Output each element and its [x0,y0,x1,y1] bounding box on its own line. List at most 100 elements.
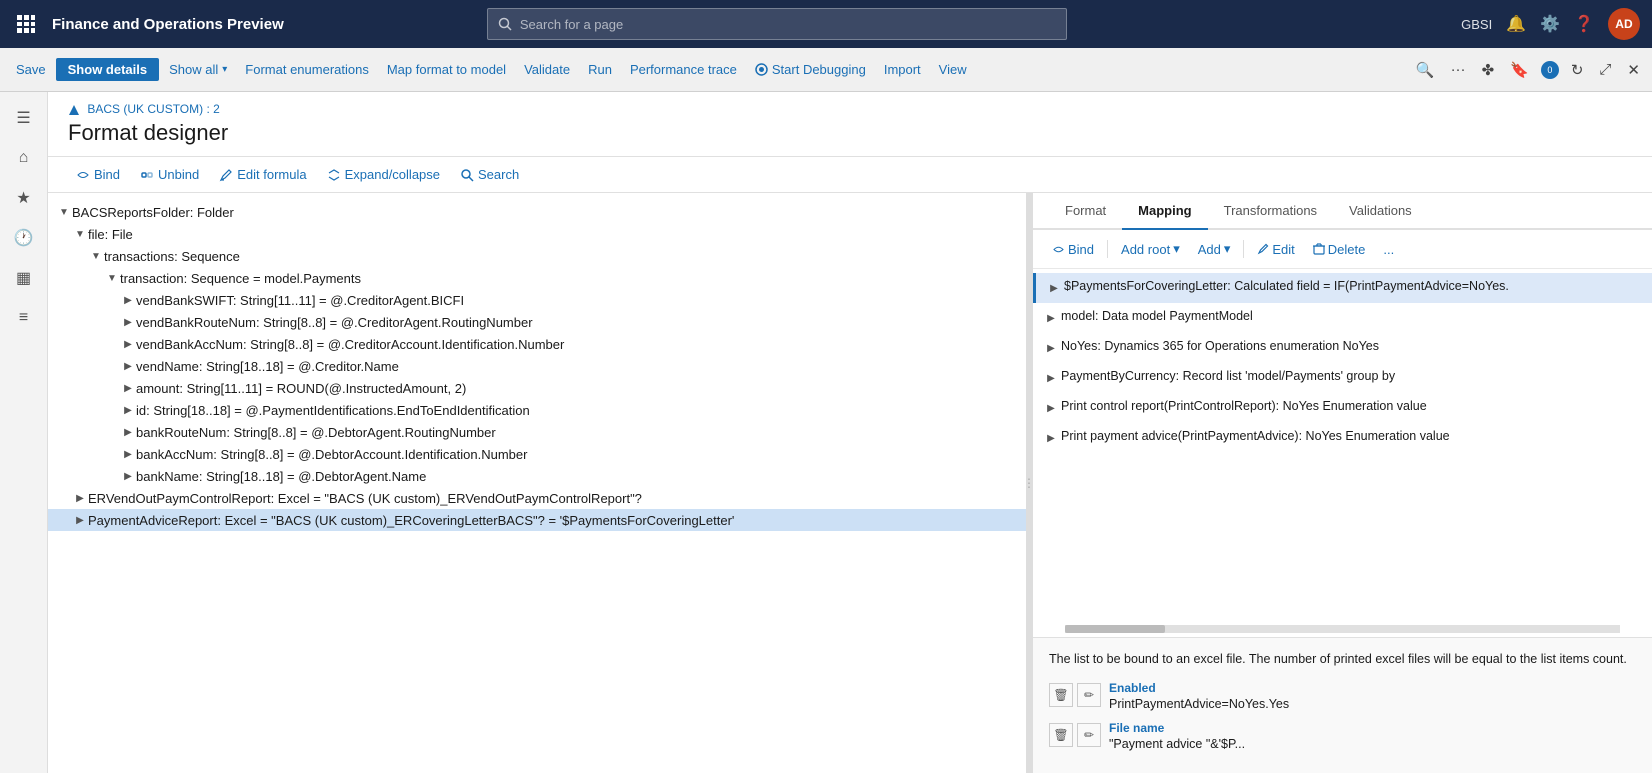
save-button[interactable]: Save [8,58,54,81]
tree-expand-btn[interactable]: ▼ [88,248,104,264]
tree-item[interactable]: ▶bankRouteNum: String[8..8] = @.DebtorAg… [48,421,1026,443]
tab-mapping[interactable]: Mapping [1122,193,1207,230]
tab-validations[interactable]: Validations [1333,193,1428,230]
mapping-expand-btn[interactable]: ▶ [1041,398,1061,418]
add-root-button[interactable]: Add root ▾ [1114,238,1187,260]
run-button[interactable]: Run [580,58,620,81]
view-button[interactable]: View [931,58,975,81]
user-avatar[interactable]: AD [1608,8,1640,40]
format-enumerations-button[interactable]: Format enumerations [237,58,377,81]
tree-item[interactable]: ▶id: String[18..18] = @.PaymentIdentific… [48,399,1026,421]
mapping-scroll-thumb[interactable] [1065,625,1165,633]
tree-expand-btn[interactable]: ▶ [120,314,136,330]
more-button[interactable]: ... [1376,239,1401,260]
nav-recent-icon[interactable]: 🕐 [6,220,42,256]
prop-label-enabled: Enabled [1109,681,1636,695]
tree-expand-btn[interactable]: ▶ [120,358,136,374]
tree-expand-btn[interactable]: ▼ [56,204,72,220]
tree-pane[interactable]: ▼BACSReportsFolder: Folder▼file: File▼tr… [48,193,1026,773]
validate-button[interactable]: Validate [516,58,578,81]
tree-item[interactable]: ▶bankName: String[18..18] = @.DebtorAgen… [48,465,1026,487]
tree-item[interactable]: ▼BACSReportsFolder: Folder [48,201,1026,223]
show-all-button[interactable]: Show all ▾ [161,58,235,81]
mapping-expand-btn[interactable]: ▶ [1041,338,1061,358]
tree-expand-btn[interactable]: ▶ [120,380,136,396]
bookmark-icon[interactable]: 🔖 [1506,57,1533,83]
tree-expand-btn[interactable]: ▶ [120,424,136,440]
tab-transformations[interactable]: Transformations [1208,193,1333,230]
search-button[interactable]: Search [452,163,527,186]
import-button[interactable]: Import [876,58,929,81]
notification-icon[interactable]: 🔔 [1506,14,1526,34]
tree-item[interactable]: ▶vendName: String[18..18] = @.Creditor.N… [48,355,1026,377]
tree-expand-btn[interactable]: ▶ [120,402,136,418]
expand-collapse-button[interactable]: Expand/collapse [319,163,448,186]
tree-expand-btn[interactable]: ▼ [72,226,88,242]
nav-star-icon[interactable]: ★ [6,180,42,216]
edit-button[interactable]: Edit [1250,239,1301,260]
tree-item[interactable]: ▶PaymentAdviceReport: Excel = "BACS (UK … [48,509,1026,531]
map-format-to-model-button[interactable]: Map format to model [379,58,514,81]
tree-item[interactable]: ▶bankAccNum: String[8..8] = @.DebtorAcco… [48,443,1026,465]
prop-delete-icon[interactable]: 🗑 [1049,683,1073,707]
show-details-button[interactable]: Show details [56,58,159,81]
mapping-item-text: model: Data model PaymentModel [1061,308,1253,326]
prop-edit-icon[interactable]: ✏ [1077,683,1101,707]
unbind-button[interactable]: Unbind [132,163,207,186]
mapping-scroll-track[interactable] [1065,625,1620,633]
nav-calendar-icon[interactable]: ▦ [6,260,42,296]
mapping-item[interactable]: ▶model: Data model PaymentModel [1033,303,1652,333]
mapping-scrollbar[interactable] [1033,621,1652,637]
prop-delete-icon-2[interactable]: 🗑 [1049,723,1073,747]
tree-item[interactable]: ▶amount: String[11..11] = ROUND(@.Instru… [48,377,1026,399]
tree-item[interactable]: ▶vendBankAccNum: String[8..8] = @.Credit… [48,333,1026,355]
right-bind-button[interactable]: Bind [1045,239,1101,260]
tree-expand-btn[interactable]: ▶ [120,336,136,352]
delete-button[interactable]: Delete [1306,239,1373,260]
waffle-icon[interactable] [12,10,40,38]
tree-expand-btn[interactable]: ▶ [120,468,136,484]
tree-item[interactable]: ▶ERVendOutPaymControlReport: Excel = "BA… [48,487,1026,509]
mapping-item[interactable]: ▶NoYes: Dynamics 365 for Operations enum… [1033,333,1652,363]
tree-item[interactable]: ▶vendBankSWIFT: String[11..11] = @.Credi… [48,289,1026,311]
mapping-expand-btn[interactable]: ▶ [1041,308,1061,328]
more-options-icon[interactable]: ··· [1447,57,1470,82]
tab-format[interactable]: Format [1049,193,1122,230]
tree-item[interactable]: ▼transaction: Sequence = model.Payments [48,267,1026,289]
mapping-item[interactable]: ▶$PaymentsForCoveringLetter: Calculated … [1033,273,1652,303]
settings-toolbar-icon[interactable]: ✤ [1478,57,1499,83]
start-debugging-button[interactable]: Start Debugging [747,58,874,81]
nav-list-icon[interactable]: ≡ [6,300,42,336]
tree-item[interactable]: ▶vendBankRouteNum: String[8..8] = @.Cred… [48,311,1026,333]
add-button[interactable]: Add ▾ [1191,238,1238,260]
mapping-item[interactable]: ▶Print control report(PrintControlReport… [1033,393,1652,423]
refresh-icon[interactable]: ↻ [1567,57,1588,83]
tree-expand-btn[interactable]: ▼ [104,270,120,286]
mapping-expand-btn[interactable]: ▶ [1041,428,1061,448]
mapping-expand-btn[interactable]: ▶ [1044,278,1064,298]
mapping-tree[interactable]: ▶$PaymentsForCoveringLetter: Calculated … [1033,269,1652,621]
search-bar[interactable] [487,8,1067,40]
close-icon[interactable]: ✕ [1623,57,1644,83]
settings-icon[interactable]: ⚙️ [1540,14,1560,34]
tree-item-text: bankName: String[18..18] = @.DebtorAgent… [136,469,426,484]
mapping-item[interactable]: ▶PaymentByCurrency: Record list 'model/P… [1033,363,1652,393]
expand-icon[interactable]: ⤢ [1595,57,1615,82]
edit-formula-button[interactable]: Edit formula [211,163,314,186]
tree-expand-btn[interactable]: ▶ [120,446,136,462]
help-icon[interactable]: ❓ [1574,14,1594,34]
bind-button[interactable]: Bind [68,163,128,186]
nav-home-icon[interactable]: ⌂ [6,140,42,176]
search-toolbar-icon[interactable]: 🔍 [1412,57,1439,83]
prop-edit-icon-2[interactable]: ✏ [1077,723,1101,747]
tree-item[interactable]: ▼transactions: Sequence [48,245,1026,267]
performance-trace-button[interactable]: Performance trace [622,58,745,81]
search-input[interactable] [520,17,1056,32]
tree-expand-btn[interactable]: ▶ [72,512,88,528]
mapping-item[interactable]: ▶Print payment advice(PrintPaymentAdvice… [1033,423,1652,453]
mapping-expand-btn[interactable]: ▶ [1041,368,1061,388]
tree-item[interactable]: ▼file: File [48,223,1026,245]
tree-expand-btn[interactable]: ▶ [120,292,136,308]
nav-hamburger-icon[interactable]: ☰ [6,100,42,136]
tree-expand-btn[interactable]: ▶ [72,490,88,506]
